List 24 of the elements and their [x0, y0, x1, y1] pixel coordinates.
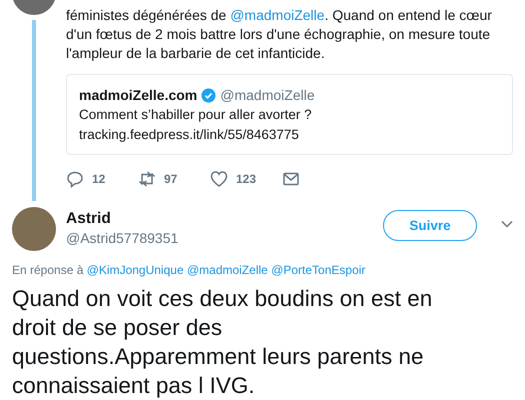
follow-button[interactable]: Suivre	[383, 210, 477, 241]
mention-link[interactable]: @PorteTonEspoir	[271, 263, 366, 277]
action-count: 123	[236, 172, 256, 186]
reply-context: En réponse à @KimJongUnique @madmoiZelle @PorteTonEspoir	[12, 262, 366, 278]
mention-link[interactable]: @madmoiZelle	[186, 263, 268, 277]
mention-link[interactable]: @madmoiZelle	[230, 7, 325, 23]
user-name[interactable]: Astrid	[66, 209, 111, 229]
retweet-icon[interactable]	[138, 170, 156, 188]
tweet-text: féministes dégénérées de @madmoiZelle. Quand on entend le cœur d'un fœtus de 2 mois battre lors d'une échographie, on mesure toute l'ampleur de la barbarie de cet infanticide.	[66, 6, 493, 63]
account-name: madmoiZelle.com	[79, 86, 198, 105]
avatar	[12, 207, 56, 251]
comment-icon[interactable]	[66, 170, 84, 188]
tweet-text: Quand on voit ces deux boudins on est en droit de se poser des questions.Apparemment leurs parents ne connaissaient pas l IVG.	[12, 285, 434, 400]
action-count: 12	[92, 172, 106, 186]
chevron-down-icon[interactable]	[501, 220, 513, 228]
user-handle: @Astrid57789351	[66, 229, 178, 248]
link-text[interactable]: tracking.feedpress.it/link/55/8463775	[79, 125, 299, 145]
action-count: 97	[164, 172, 178, 186]
envelope-icon[interactable]	[282, 170, 300, 188]
quoted-tweet-card[interactable]: madmoiZelle.com @madmoiZelle Comment s’habiller pour aller avorter ? tracking.feedpress.it/link/55/8463775	[66, 74, 513, 155]
quoted-text: Comment s’habiller pour aller avorter ?	[79, 106, 313, 124]
account-handle: @madmoiZelle	[220, 86, 315, 105]
mention-link[interactable]: @KimJongUnique	[86, 263, 184, 277]
heart-icon[interactable]	[210, 170, 228, 188]
